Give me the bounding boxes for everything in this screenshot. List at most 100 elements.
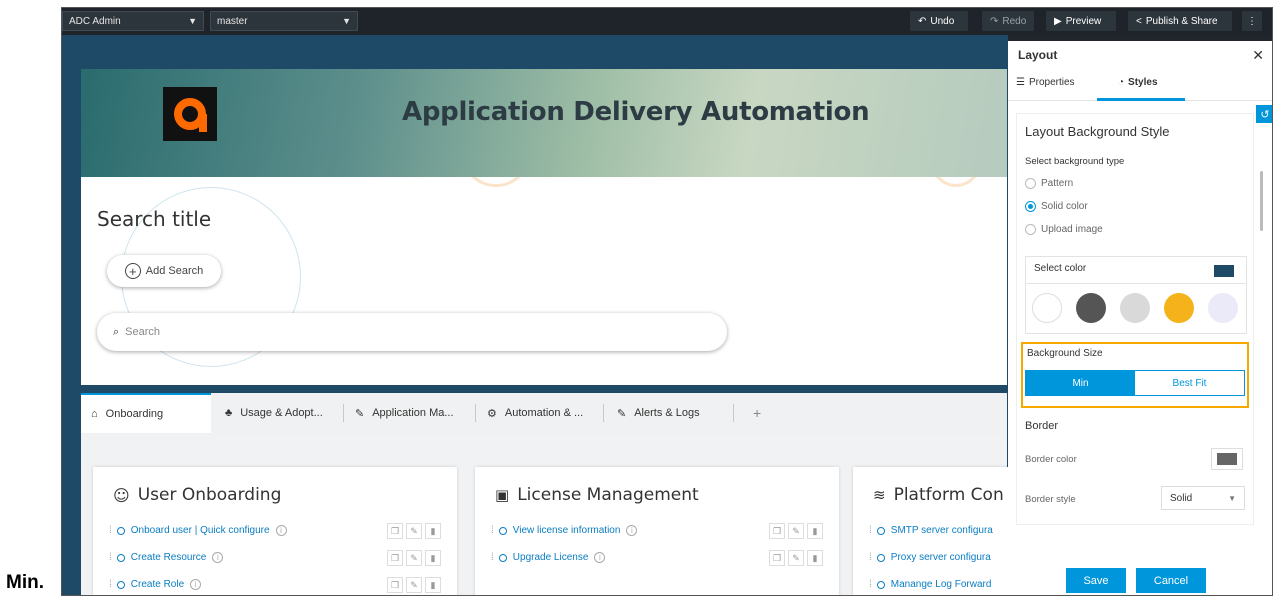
copy-icon[interactable]: ❐ (769, 523, 785, 539)
edit-icon[interactable]: ✎ (788, 550, 804, 566)
bg-size-bestfit-button[interactable]: Best Fit (1135, 371, 1244, 395)
border-style-select[interactable]: Solid ▼ (1161, 486, 1245, 510)
info-icon[interactable]: i (626, 525, 638, 536)
list-item[interactable]: ⁞ Onboard user | Quick configure i (109, 525, 287, 536)
info-icon[interactable]: i (212, 552, 224, 563)
card-title: ▣ License Management (495, 485, 699, 505)
drag-handle-icon[interactable]: ⁞ (869, 525, 872, 536)
header-banner: Application Delivery Automation (81, 69, 1007, 177)
preview-button[interactable]: ▶ Preview (1046, 11, 1116, 31)
tab-usage-adoption[interactable]: ♣ Usage & Adopt... (215, 393, 333, 433)
search-input[interactable]: ⌕ Search (97, 313, 727, 351)
border-color-swatch[interactable] (1211, 448, 1243, 470)
list-item[interactable]: ⁞ Manange Log Forward (869, 579, 991, 590)
list-item[interactable]: ⁞ Proxy server configura (869, 552, 991, 563)
edit-icon[interactable]: ✎ (406, 523, 422, 539)
list-icon: ☰ (1016, 77, 1025, 88)
copy-icon[interactable]: ❐ (387, 523, 403, 539)
undo-icon: ↶ (918, 15, 927, 27)
drag-handle-icon[interactable]: ⁞ (491, 525, 494, 536)
app-select[interactable]: ADC Admin ▼ (62, 11, 204, 31)
scrollbar[interactable] (1260, 171, 1263, 231)
cancel-button[interactable]: Cancel (1136, 568, 1206, 593)
section-title: Layout Background Style (1025, 124, 1170, 139)
branch-select-value: master (217, 15, 248, 27)
radio-upload-image[interactable]: Upload image (1025, 224, 1103, 235)
edit-icon[interactable]: ✎ (406, 550, 422, 566)
branch-select[interactable]: master ▼ (210, 11, 358, 31)
reset-icon[interactable]: ↺ (1256, 105, 1272, 123)
trash-icon[interactable]: ▮ (807, 523, 823, 539)
copy-icon[interactable]: ❐ (387, 577, 403, 593)
redo-label: Redo (1002, 15, 1027, 27)
trash-icon[interactable]: ▮ (425, 550, 441, 566)
list-item-link[interactable]: Upgrade License (513, 552, 589, 563)
swatch-dark-gray[interactable] (1076, 293, 1106, 323)
add-tab-button[interactable]: + (743, 393, 771, 433)
swatch-yellow[interactable] (1164, 293, 1194, 323)
tab-automation[interactable]: ⚙ Automation & ... (477, 393, 593, 433)
more-options-button[interactable]: ⋮ (1242, 11, 1262, 31)
drag-handle-icon[interactable]: ⁞ (869, 552, 872, 563)
swatch-white[interactable] (1032, 293, 1062, 323)
info-icon[interactable]: i (594, 552, 606, 563)
tab-alerts-logs[interactable]: ✎ Alerts & Logs (607, 393, 710, 433)
drag-handle-icon[interactable]: ⁞ (109, 552, 112, 563)
tab-properties[interactable]: ☰ Properties (1016, 77, 1075, 88)
copy-icon[interactable]: ❐ (387, 550, 403, 566)
trash-icon[interactable]: ▮ (425, 523, 441, 539)
tab-styles[interactable]: ◔ Styles (1118, 77, 1158, 88)
swatch-light-gray[interactable] (1120, 293, 1150, 323)
layout-canvas: Application Delivery Automation Search t… (62, 35, 1008, 595)
swatch-lavender[interactable] (1208, 293, 1238, 323)
edit-icon[interactable]: ✎ (406, 577, 422, 593)
drag-handle-icon[interactable]: ⁞ (109, 579, 112, 590)
radio-pattern[interactable]: Pattern (1025, 178, 1073, 189)
trash-icon[interactable]: ▮ (807, 550, 823, 566)
radio-icon (1025, 224, 1036, 235)
list-item[interactable]: ⁞ View license information i (491, 525, 638, 536)
tab-label: Styles (1128, 77, 1158, 88)
trash-icon[interactable]: ▮ (425, 577, 441, 593)
preview-label: Preview (1065, 15, 1102, 27)
bg-size-toggle: Min Best Fit (1025, 370, 1245, 396)
list-item[interactable]: ⁞ SMTP server configura (869, 525, 993, 536)
plus-icon: + (753, 405, 762, 421)
copy-icon[interactable]: ❐ (769, 550, 785, 566)
info-icon[interactable]: i (275, 525, 287, 536)
list-item[interactable]: ⁞ Upgrade License i (491, 552, 606, 563)
card-license-management: ▣ License Management ⁞ View license info… (475, 467, 839, 595)
list-item-link[interactable]: Create Role (131, 579, 184, 590)
edit-icon[interactable]: ✎ (788, 523, 804, 539)
background-style-section: Layout Background Style Select backgroun… (1016, 113, 1254, 525)
close-icon[interactable]: ✕ (1252, 47, 1264, 64)
radio-solid-color[interactable]: Solid color (1025, 201, 1088, 212)
save-button[interactable]: Save (1066, 568, 1126, 593)
list-item[interactable]: ⁞ Create Resource i (109, 552, 224, 563)
list-item-link[interactable]: SMTP server configura (891, 525, 993, 536)
publish-share-button[interactable]: < Publish & Share (1128, 11, 1232, 31)
undo-button[interactable]: ↶ Undo (910, 11, 968, 31)
card-user-onboarding: ☺ User Onboarding ⁞ Onboard user | Quick… (93, 467, 457, 595)
tab-application-management[interactable]: ✎ Application Ma... (345, 393, 464, 433)
bg-size-min-button[interactable]: Min (1026, 371, 1135, 395)
tab-onboarding[interactable]: ⌂ Onboarding (81, 393, 211, 433)
share-icon: < (1136, 15, 1142, 27)
list-item-link[interactable]: Onboard user | Quick configure (131, 525, 270, 536)
drag-handle-icon[interactable]: ⁞ (869, 579, 872, 590)
people-icon: ♣ (225, 407, 233, 419)
drag-handle-icon[interactable]: ⁞ (491, 552, 494, 563)
list-item-link[interactable]: Manange Log Forward (891, 579, 992, 590)
publish-label: Publish & Share (1145, 15, 1218, 27)
selected-color-swatch[interactable] (1214, 265, 1234, 277)
drag-handle-icon[interactable]: ⁞ (109, 525, 112, 536)
list-item-link[interactable]: Proxy server configura (891, 552, 991, 563)
list-item[interactable]: ⁞ Create Role i (109, 579, 202, 590)
list-item-link[interactable]: Create Resource (131, 552, 207, 563)
list-item-link[interactable]: View license information (513, 525, 621, 536)
info-icon[interactable]: i (190, 579, 202, 590)
app-logo (163, 87, 217, 141)
add-search-button[interactable]: + Add Search (107, 255, 221, 287)
panel-title: Layout (1018, 48, 1058, 62)
redo-button[interactable]: ↷ Redo (982, 11, 1034, 31)
